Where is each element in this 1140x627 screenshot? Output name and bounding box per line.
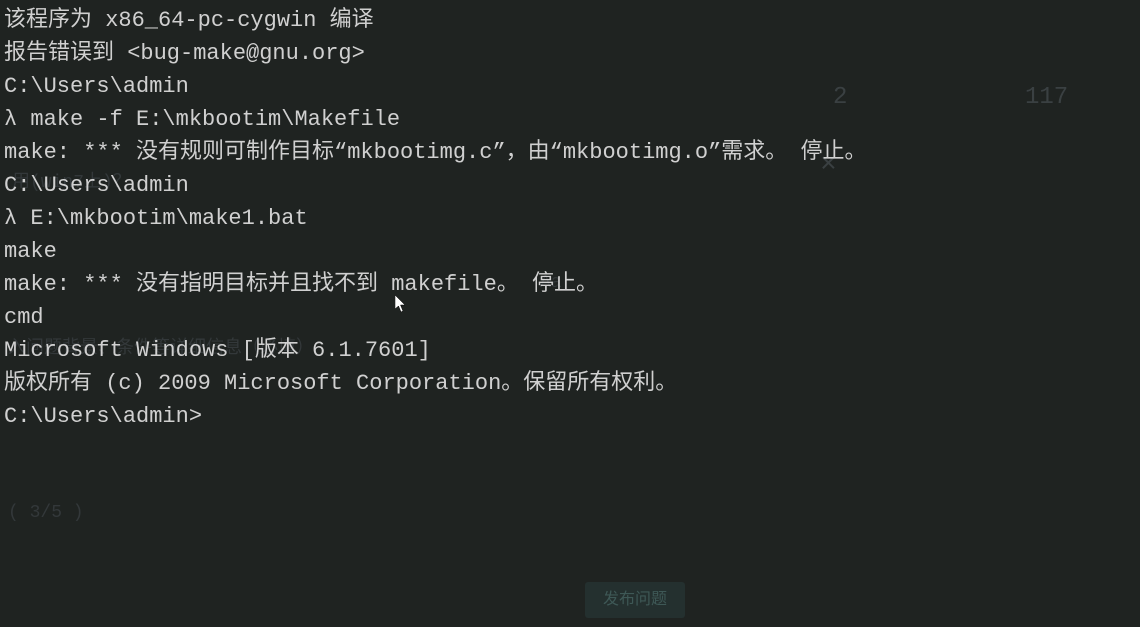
terminal-line: 报告错误到 <bug-make@gnu.org> (4, 37, 1140, 70)
terminal-line: make: *** 没有规则可制作目标“mkbootimg.c”，由“mkboo… (4, 136, 1140, 169)
background-tags-hint: ( 3/5 ) (8, 500, 84, 527)
terminal-line: λ E:\mkbootim\make1.bat (4, 202, 1140, 235)
terminal-window[interactable]: 该程序为 x86_64-pc-cygwin 编译 报告错误到 <bug-make… (4, 4, 1140, 433)
terminal-line: 该程序为 x86_64-pc-cygwin 编译 (4, 4, 1140, 37)
background-publish-button: 发布问题 (585, 582, 685, 618)
terminal-prompt: C:\Users\admin> (4, 400, 1140, 433)
terminal-line: 版权所有 (c) 2009 Microsoft Corporation。保留所有… (4, 367, 1140, 400)
terminal-line: cmd (4, 301, 1140, 334)
terminal-line: λ make -f E:\mkbootim\Makefile (4, 103, 1140, 136)
terminal-line: make (4, 235, 1140, 268)
terminal-line: C:\Users\admin (4, 169, 1140, 202)
terminal-line: C:\Users\admin (4, 70, 1140, 103)
terminal-line: make: *** 没有指明目标并且找不到 makefile。 停止。 (4, 268, 1140, 301)
terminal-line: Microsoft Windows [版本 6.1.7601] (4, 334, 1140, 367)
